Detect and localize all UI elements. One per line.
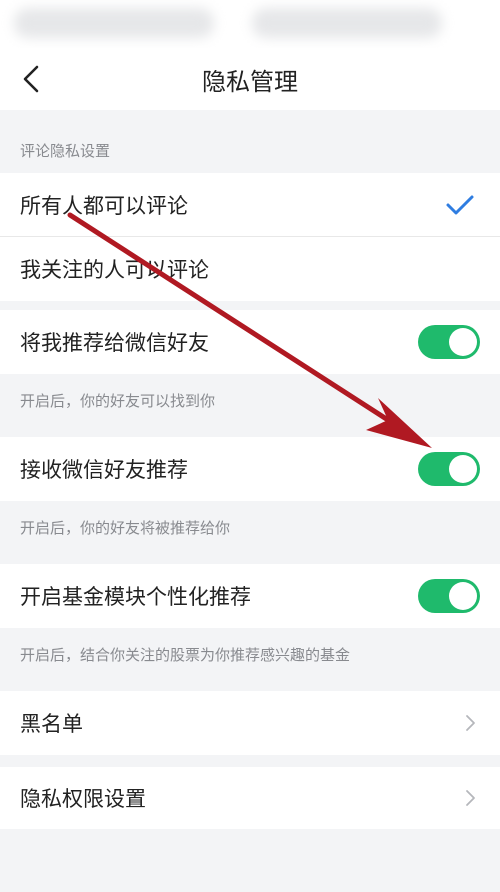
navigation-bar: 隐私管理 <box>0 48 500 110</box>
blacklist-row[interactable]: 黑名单 <box>0 691 500 755</box>
toggle-label: 将我推荐给微信好友 <box>20 331 209 355</box>
hint-text: 开启后，你的好友将被推荐给你 <box>20 519 231 537</box>
privacy-permission-group: 隐私权限设置 <box>0 767 500 829</box>
row-recommend-me-to-wechat-friends: 将我推荐给微信好友 <box>0 310 500 374</box>
link-label: 隐私权限设置 <box>20 787 146 811</box>
toggle-group-recommend-me: 将我推荐给微信好友 <box>0 310 500 374</box>
fund-personalized-toggle[interactable] <box>418 579 480 613</box>
option-label: 所有人都可以评论 <box>20 194 188 218</box>
link-label: 黑名单 <box>20 712 83 736</box>
chevron-right-icon <box>466 790 475 806</box>
hint-text: 开启后，结合你关注的股票为你推荐感兴趣的基金 <box>20 646 351 664</box>
option-everyone-can-comment[interactable]: 所有人都可以评论 <box>0 173 500 237</box>
page-title: 隐私管理 <box>202 67 298 96</box>
privacy-permission-row[interactable]: 隐私权限设置 <box>0 767 500 829</box>
blacklist-group: 黑名单 <box>0 691 500 755</box>
comment-privacy-group: 所有人都可以评论 我关注的人可以评论 <box>0 173 500 301</box>
back-button[interactable] <box>14 62 48 96</box>
chevron-left-icon <box>23 65 39 93</box>
row-fund-personalized-recommend: 开启基金模块个性化推荐 <box>0 564 500 628</box>
option-following-can-comment[interactable]: 我关注的人可以评论 <box>0 237 500 301</box>
toggle-group-receive-recommend: 接收微信好友推荐 <box>0 437 500 501</box>
toggle-knob <box>449 455 477 483</box>
toggle-knob <box>449 582 477 610</box>
chevron-right-icon <box>466 715 475 731</box>
blurred-region <box>252 8 442 38</box>
status-bar-area <box>0 0 500 48</box>
checkmark-icon <box>446 195 474 215</box>
receive-recommend-toggle[interactable] <box>418 452 480 486</box>
toggle-label: 接收微信好友推荐 <box>20 458 188 482</box>
toggle-knob <box>449 328 477 356</box>
recommend-me-toggle[interactable] <box>418 325 480 359</box>
row-receive-wechat-friend-recommend: 接收微信好友推荐 <box>0 437 500 501</box>
toggle-label: 开启基金模块个性化推荐 <box>20 585 251 609</box>
blurred-region <box>14 8 214 38</box>
option-label: 我关注的人可以评论 <box>20 258 209 282</box>
section-label-comment-privacy: 评论隐私设置 <box>20 142 111 160</box>
hint-text: 开启后，你的好友可以找到你 <box>20 392 216 410</box>
toggle-group-fund-personalized: 开启基金模块个性化推荐 <box>0 564 500 628</box>
